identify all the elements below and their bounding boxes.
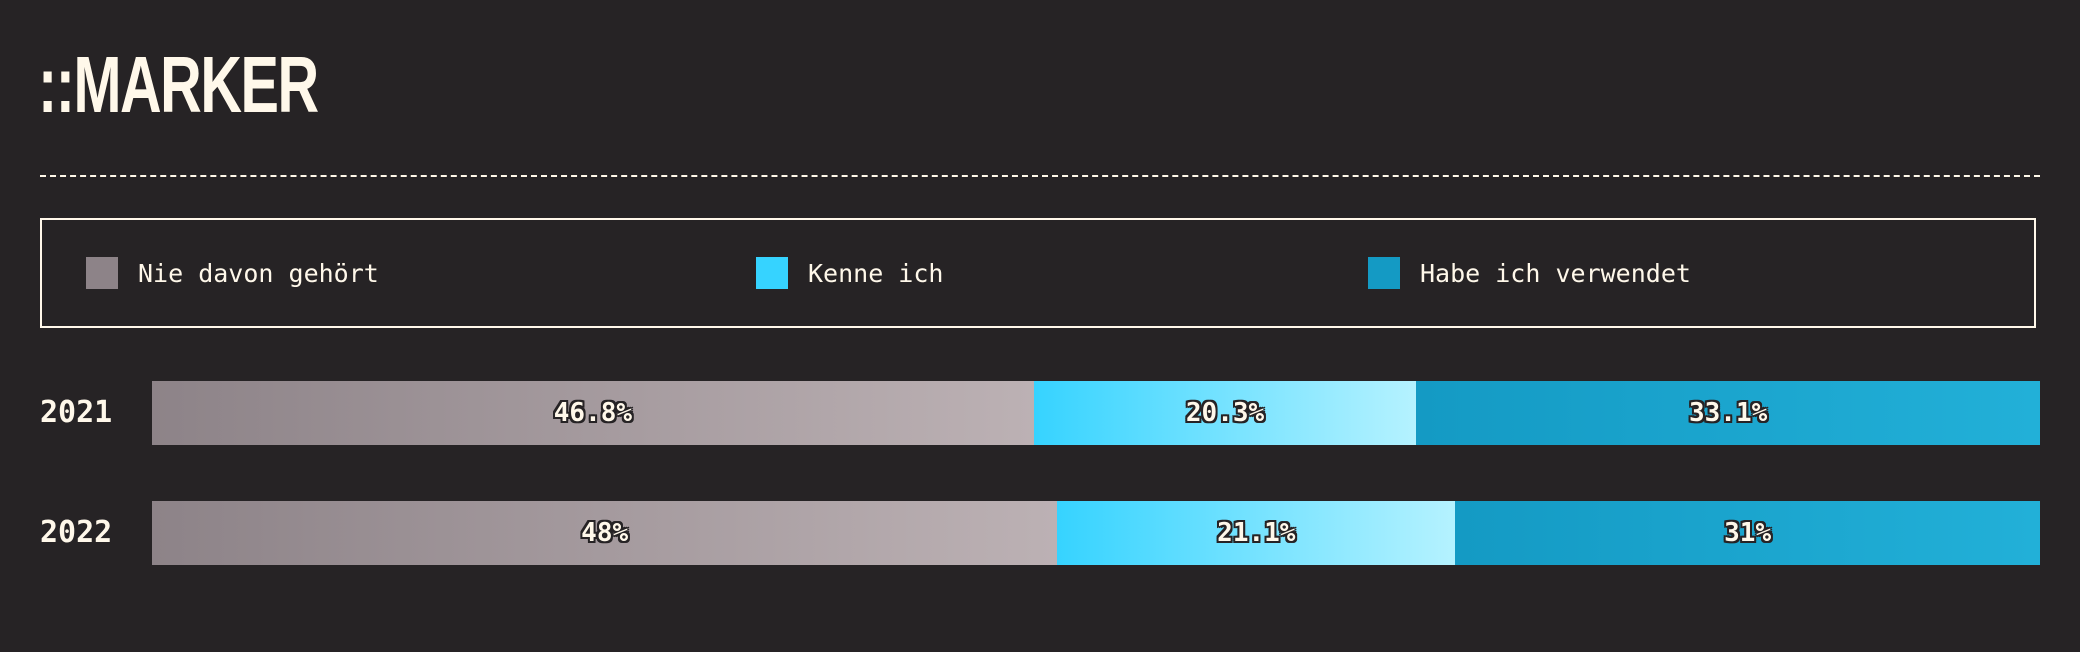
legend-item-never-heard[interactable]: Nie davon gehört: [86, 220, 379, 326]
bar-segment-2021-know-it[interactable]: [1033, 381, 1417, 445]
bar-row-2021: 46.8% 20.3% 33.1%: [152, 381, 2040, 445]
dashed-divider: [40, 175, 2040, 177]
legend-swatch-never-heard: [86, 257, 118, 289]
legend-item-know-it[interactable]: Kenne ich: [756, 220, 943, 326]
bar-segment-2022-know-it[interactable]: [1057, 501, 1456, 565]
bar-segment-2022-used-it[interactable]: [1455, 501, 2040, 565]
legend-swatch-know-it: [756, 257, 788, 289]
legend-label-used-it: Habe ich verwendet: [1420, 258, 1691, 288]
row-label-2021: 2021: [40, 395, 113, 430]
legend-label-know-it: Kenne ich: [808, 258, 944, 288]
bar-segment-2021-used-it[interactable]: [1416, 381, 2040, 445]
chart-legend: Nie davon gehört Kenne ich Habe ich verw…: [40, 218, 2036, 328]
bar-segment-2021-never-heard[interactable]: [152, 381, 1034, 445]
legend-label-never-heard: Nie davon gehört: [138, 258, 379, 288]
bar-segment-2022-never-heard[interactable]: [152, 501, 1058, 565]
page-title: ::MARKER: [38, 40, 319, 129]
bar-row-2022: 48% 21.1% 31%: [152, 501, 2040, 565]
legend-swatch-used-it: [1368, 257, 1400, 289]
row-label-2022: 2022: [40, 515, 113, 550]
legend-item-used-it[interactable]: Habe ich verwendet: [1368, 220, 1691, 326]
